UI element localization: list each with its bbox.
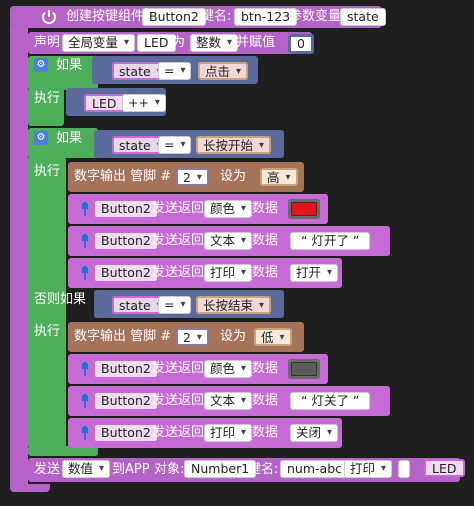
pin-icon [80,362,90,376]
if1-value[interactable]: 点击 [198,62,249,80]
object-label: 对象: [154,462,185,477]
send-type-dropdown[interactable]: 文本 [204,232,253,250]
dw1-label: 数字输出 管脚 # [74,169,172,184]
inc-var[interactable]: LED [84,94,125,112]
inc-op[interactable]: ++ [122,94,166,112]
dw1-pin[interactable]: 2 [176,168,209,186]
param-var-field[interactable]: state [340,8,386,26]
pin-icon [80,266,90,280]
outer-bottom [10,484,50,492]
if2-label: 如果 [56,131,83,146]
as-label: 为 [172,35,186,50]
outer-rail [10,26,28,490]
data-label: 数据 [252,201,279,216]
elif-value[interactable]: 长按结束 [196,296,272,314]
dw2-pin[interactable]: 2 [176,328,209,346]
data-label: 数据 [252,233,279,248]
param-label: 参数变量 [289,9,342,24]
pin-icon [80,394,90,408]
do2-label: 执行 [34,164,61,179]
send-return-label: 发送返回 [152,265,205,280]
send-return-label: 发送返回 [152,425,205,440]
declare-label: 声明 [34,35,61,50]
send-spacer [398,460,410,478]
to-app-label: 到APP [112,462,150,477]
dw2-label: 数字输出 管脚 # [74,329,172,344]
send-var[interactable]: LED [424,459,465,477]
send-type[interactable]: 数值 [62,460,111,478]
send-type-dropdown[interactable]: 打印 [204,264,253,282]
key-label: 键名: [201,9,232,24]
if1-label: 如果 [56,58,83,73]
send-key-field[interactable]: num-abc [280,460,349,478]
declare-var-name[interactable]: LED [137,34,176,52]
elif-label: 否则如果 [34,292,87,307]
send-type-dropdown[interactable]: 文本 [204,392,253,410]
do3-label: 执行 [34,324,61,339]
if2-value[interactable]: 长按开始 [196,136,272,154]
type-dropdown[interactable]: 整数 [190,34,239,52]
send-component[interactable]: Button2 [94,360,158,378]
send-mode[interactable]: 打印 [344,460,393,478]
data-label: 数据 [252,393,279,408]
component-name[interactable]: Button2 [142,8,206,26]
power-icon [40,8,58,26]
send-type-dropdown[interactable]: 颜色 [204,200,253,218]
if2-op[interactable]: = [158,136,192,154]
color-swatch[interactable] [288,359,320,379]
color-swatch[interactable] [288,199,320,219]
send-component[interactable]: Button2 [94,264,158,282]
gear-icon[interactable]: ⚙ [34,58,48,72]
send-key-label: 键名: [248,462,279,477]
send-return-label: 发送返回 [152,393,205,408]
assign-label: 并赋值 [236,35,276,50]
if1-op[interactable]: = [158,62,192,80]
object-field[interactable]: Number1 [184,460,257,478]
gear-icon[interactable]: ⚙ [34,131,48,145]
send-type-dropdown[interactable]: 打印 [204,424,253,442]
key-name-field[interactable]: btn-123 [234,8,298,26]
dw1-set-label: 设为 [220,169,247,184]
do1-label: 执行 [34,91,61,106]
text-value[interactable]: “ 灯开了 ” [290,232,371,250]
send-return-label: 发送返回 [152,201,205,216]
pin-icon [80,202,90,216]
send-component[interactable]: Button2 [94,232,158,250]
send-return-label: 发送返回 [152,361,205,376]
send-component[interactable]: Button2 [94,200,158,218]
init-value-field[interactable]: 0 [288,34,314,54]
data-label: 数据 [252,425,279,440]
print-value[interactable]: 打开 [290,264,339,282]
pin-icon [80,426,90,440]
dw1-level[interactable]: 高 [260,168,298,186]
scope-dropdown[interactable]: 全局变量 [62,34,136,52]
send-label: 发送 [34,462,61,477]
dw2-level[interactable]: 低 [254,328,292,346]
send-return-label: 发送返回 [152,233,205,248]
dw2-set-label: 设为 [220,329,247,344]
pin-icon [80,234,90,248]
send-component[interactable]: Button2 [94,392,158,410]
text-value[interactable]: “ 灯关了 ” [290,392,371,410]
elif-op[interactable]: = [158,296,192,314]
send-type-dropdown[interactable]: 颜色 [204,360,253,378]
data-label: 数据 [252,265,279,280]
data-label: 数据 [252,361,279,376]
send-component[interactable]: Button2 [94,424,158,442]
print-value[interactable]: 关闭 [290,424,339,442]
create-label: 创建按键组件 [66,9,145,24]
